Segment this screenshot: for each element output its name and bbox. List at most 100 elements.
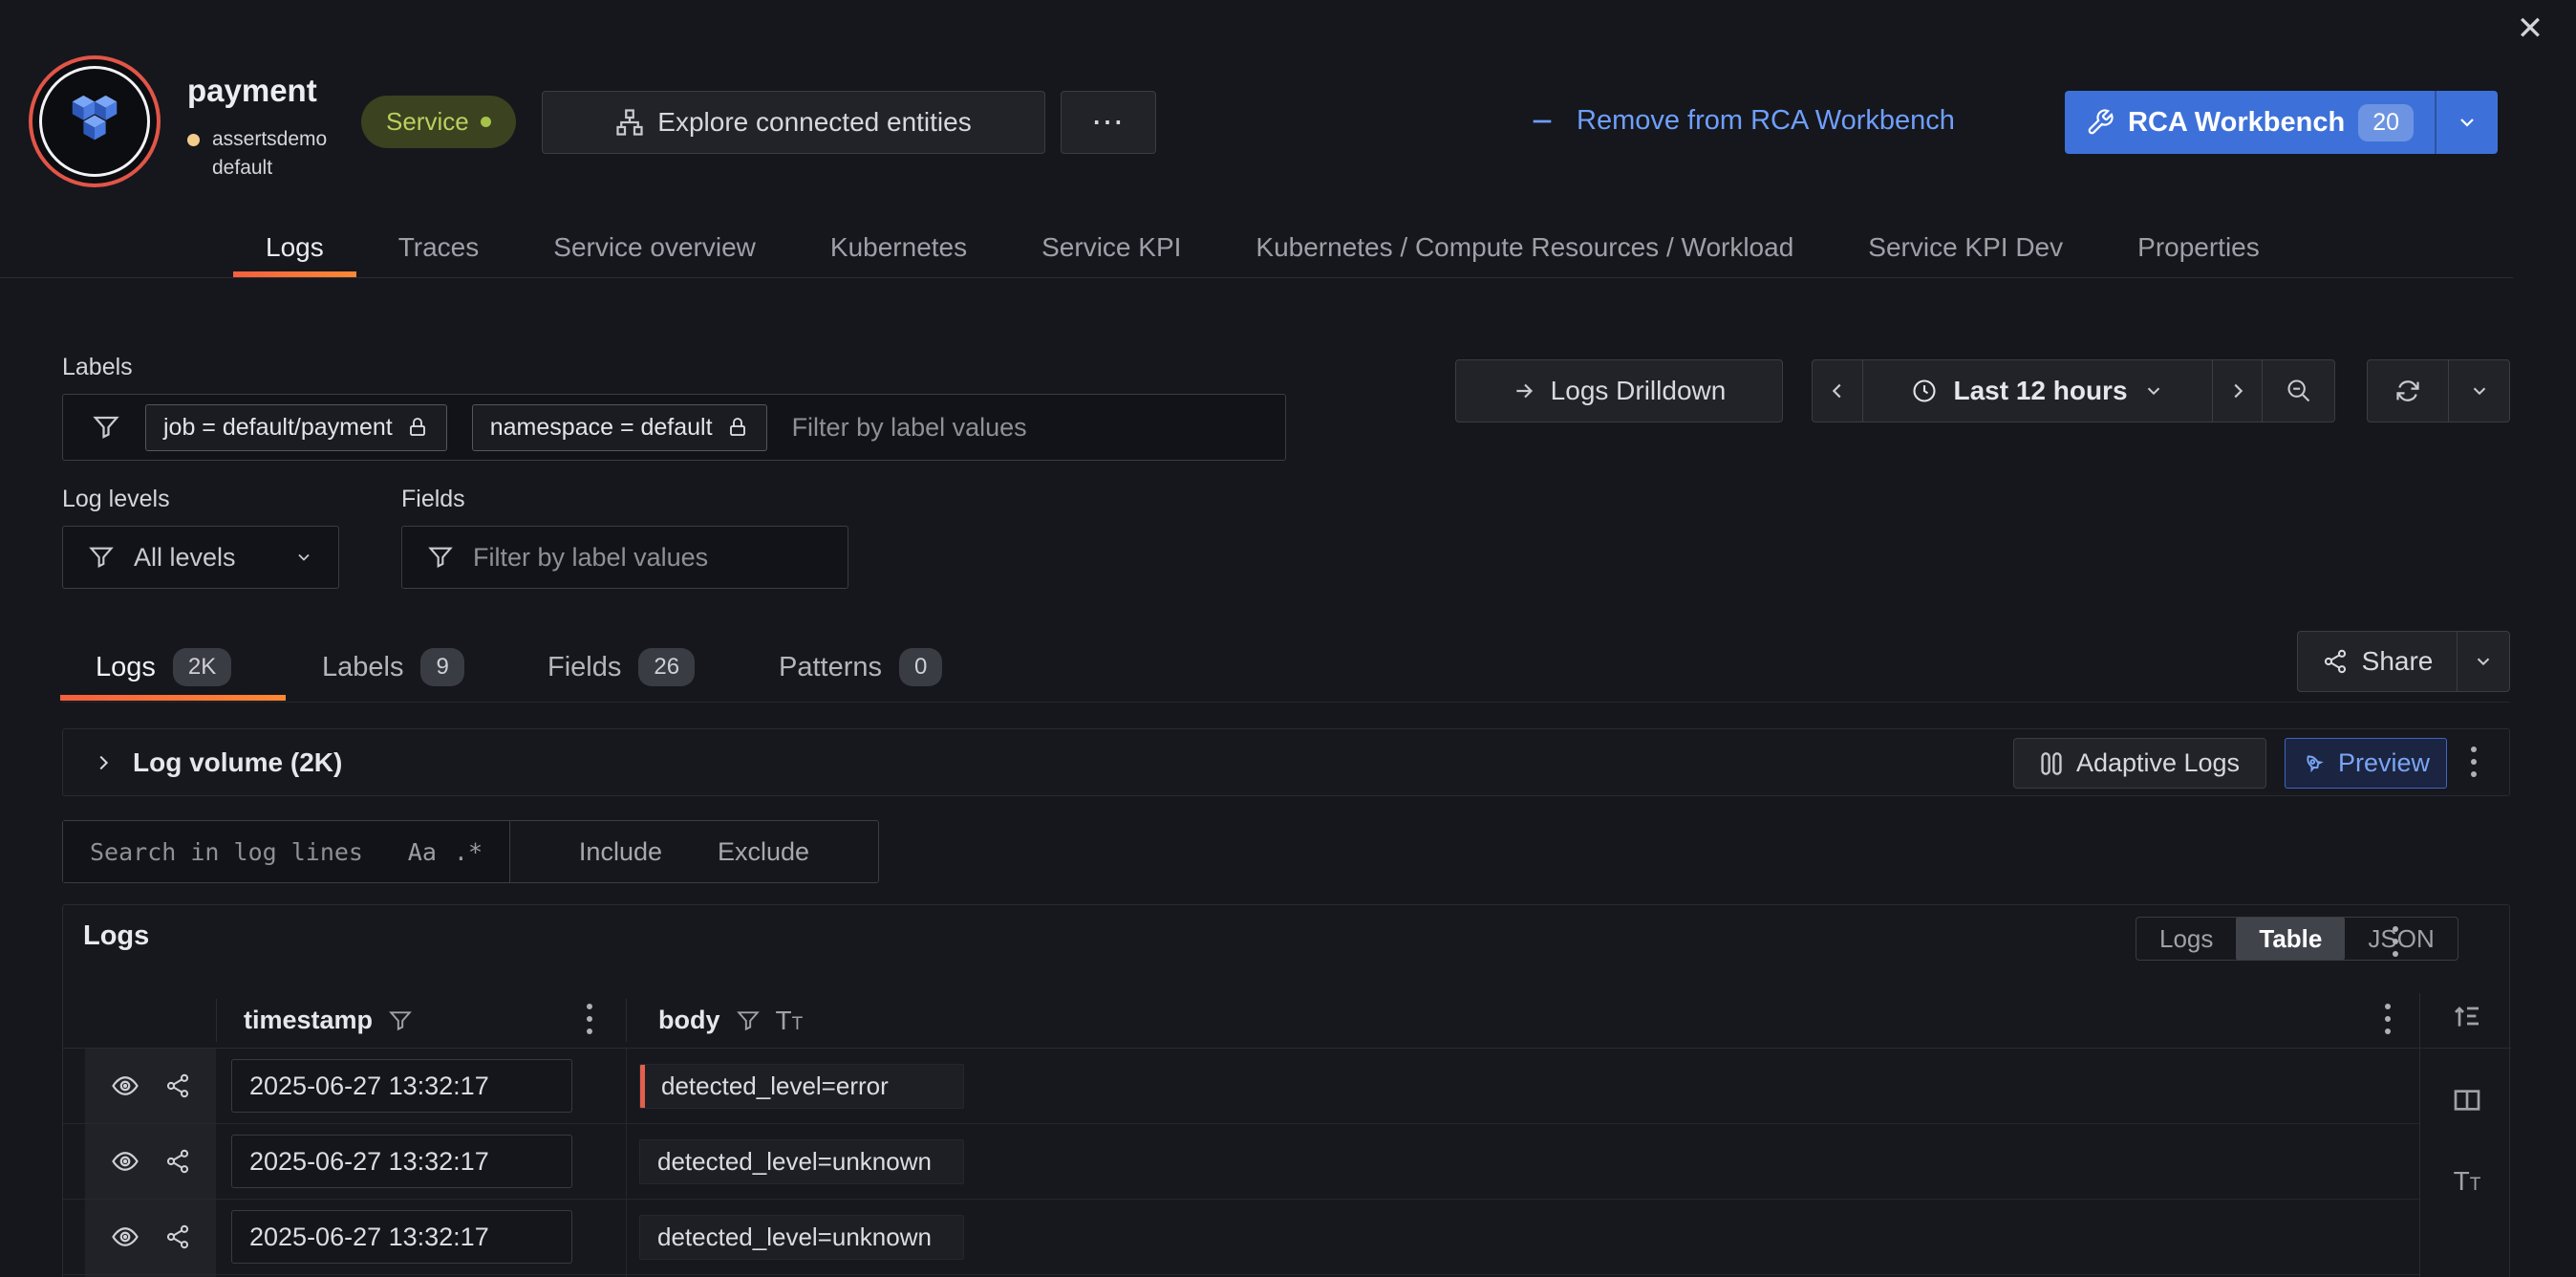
refresh-button[interactable] xyxy=(2368,360,2448,422)
rca-workbench-button[interactable]: RCA Workbench 20 xyxy=(2065,91,2498,154)
env-name: assertsdemo xyxy=(212,126,327,153)
body-column-header[interactable]: body TT xyxy=(658,993,803,1048)
tab-label: Traces xyxy=(398,232,480,263)
exclude-button[interactable]: Exclude xyxy=(718,837,809,867)
text-size-icon[interactable]: TT xyxy=(2454,1169,2481,1194)
body-cell[interactable]: detected_level=unknown xyxy=(639,1215,964,1260)
timestamp-column-header[interactable]: timestamp xyxy=(244,993,413,1048)
inspect-eye-icon[interactable] xyxy=(111,1071,140,1100)
env-status-dot xyxy=(187,134,200,146)
timestamp-cell[interactable]: 2025-06-27 13:32:17 xyxy=(231,1059,572,1113)
log-search-bar: Aa .* Include Exclude xyxy=(62,820,879,883)
body-column-menu[interactable] xyxy=(2385,1004,2391,1034)
cubes-icon xyxy=(65,93,124,150)
labels-filter-input[interactable]: job = default/payment namespace = defaul… xyxy=(62,394,1286,461)
rca-workbench-dropdown[interactable] xyxy=(2436,91,2498,154)
split-columns-icon[interactable] xyxy=(2452,1085,2482,1115)
timestamp-column-menu[interactable] xyxy=(587,1004,592,1034)
rca-workbench-main[interactable]: RCA Workbench 20 xyxy=(2065,91,2435,154)
explore-connected-entities-button[interactable]: Explore connected entities xyxy=(542,91,1045,154)
refresh-interval-dropdown[interactable] xyxy=(2448,360,2509,422)
body-cell[interactable]: detected_level=error xyxy=(639,1064,964,1109)
share-icon[interactable] xyxy=(164,1223,191,1250)
subtabs-divider xyxy=(62,702,2510,703)
subtab-patterns[interactable]: Patterns 0 xyxy=(779,648,942,686)
tab-traces[interactable]: Traces xyxy=(366,218,512,277)
tab-service-kpi-dev[interactable]: Service KPI Dev xyxy=(1835,218,2095,277)
log-search-input-zone[interactable]: Aa .* xyxy=(63,821,510,882)
time-back-button[interactable] xyxy=(1813,360,1862,422)
service-health-dot xyxy=(481,117,491,127)
adaptive-logs-button[interactable]: Adaptive Logs xyxy=(2013,738,2266,789)
fields-filter-input[interactable]: Filter by label values xyxy=(401,526,848,589)
time-zoom-out-button[interactable] xyxy=(2262,360,2334,422)
view-option-json[interactable]: JSON xyxy=(2345,918,2457,960)
timestamp-cell[interactable]: 2025-06-27 13:32:17 xyxy=(231,1135,572,1188)
remove-from-workbench-label: Remove from RCA Workbench xyxy=(1577,105,1955,137)
more-actions-button[interactable]: ⋯ xyxy=(1061,91,1156,154)
text-size-icon[interactable]: TT xyxy=(776,1008,804,1033)
share-icon[interactable] xyxy=(164,1148,191,1175)
share-button[interactable]: Share xyxy=(2298,632,2457,691)
time-range-button[interactable]: Last 12 hours xyxy=(1862,360,2212,422)
sitemap-icon xyxy=(615,108,644,137)
view-option-logs[interactable]: Logs xyxy=(2136,918,2236,960)
time-forward-button[interactable] xyxy=(2212,360,2262,422)
log-levels-dropdown[interactable]: All levels xyxy=(62,526,339,589)
search-mode-zone: Include Exclude xyxy=(510,821,878,882)
log-table-row[interactable]: 2025-06-27 13:32:17 detected_level=error xyxy=(63,1049,2419,1124)
filter-funnel-icon[interactable] xyxy=(736,1008,761,1033)
subtab-label: Logs xyxy=(96,652,156,683)
more-icon: ⋯ xyxy=(1091,103,1126,141)
chevron-right-icon xyxy=(93,752,114,773)
remove-from-workbench-link[interactable]: Remove from RCA Workbench xyxy=(1529,105,1955,137)
log-table-row[interactable]: 2025-06-27 13:32:17 detected_level=unkno… xyxy=(63,1200,2419,1275)
label-chip-job[interactable]: job = default/payment xyxy=(145,404,447,451)
log-table-row[interactable]: 2025-06-27 13:32:17 detected_level=unkno… xyxy=(63,1124,2419,1200)
view-option-table[interactable]: Table xyxy=(2236,918,2345,960)
inspect-eye-icon[interactable] xyxy=(111,1223,140,1251)
tab-kubernetes[interactable]: Kubernetes xyxy=(798,218,999,277)
logs-panel-menu-button[interactable] xyxy=(2393,926,2398,957)
lock-icon xyxy=(726,416,749,439)
tab-label: Service overview xyxy=(553,232,756,263)
labels-filter-placeholder: Filter by label values xyxy=(792,413,1027,443)
regex-toggle[interactable]: .* xyxy=(454,838,483,866)
share-icon[interactable] xyxy=(164,1072,191,1099)
refresh-icon xyxy=(2394,378,2421,404)
tab-properties[interactable]: Properties xyxy=(2105,218,2292,277)
table-header-row: timestamp body TT xyxy=(63,993,2511,1049)
body-cell[interactable]: detected_level=unknown xyxy=(639,1139,964,1184)
tab-service-kpi[interactable]: Service KPI xyxy=(1009,218,1213,277)
logs-drilldown-button[interactable]: Logs Drilldown xyxy=(1455,359,1783,422)
subtab-fields[interactable]: Fields 26 xyxy=(547,648,695,686)
sort-rows-icon[interactable] xyxy=(2452,1001,2482,1031)
subtab-label: Labels xyxy=(322,652,403,683)
subtab-label: Patterns xyxy=(779,652,882,683)
case-sensitivity-toggle[interactable]: Aa xyxy=(408,838,437,866)
close-button[interactable]: ✕ xyxy=(2509,8,2551,50)
page: ✕ payment assertsdemo default xyxy=(0,0,2576,1277)
inspect-eye-icon[interactable] xyxy=(111,1147,140,1176)
tab-logs[interactable]: Logs xyxy=(233,218,356,277)
preview-button[interactable]: Preview xyxy=(2285,738,2447,789)
close-icon: ✕ xyxy=(2517,10,2544,48)
subtab-labels[interactable]: Labels 9 xyxy=(322,648,464,686)
tab-label: Kubernetes xyxy=(830,232,967,263)
filter-funnel-icon xyxy=(427,544,454,571)
view-option-label: Table xyxy=(2259,924,2322,954)
subtab-logs[interactable]: Logs 2K xyxy=(96,648,231,686)
tab-service-overview[interactable]: Service overview xyxy=(521,218,788,277)
logs-table-panel: Logs Logs Table JSON timestamp body TT xyxy=(62,904,2510,1277)
share-dropdown[interactable] xyxy=(2457,632,2509,691)
log-volume-expander[interactable]: Log volume (2K) xyxy=(93,729,342,795)
column-divider xyxy=(626,1049,627,1277)
include-button[interactable]: Include xyxy=(579,837,662,867)
log-volume-menu-button[interactable] xyxy=(2471,747,2477,777)
logs-subtabs: Logs 2K Labels 9 Fields 26 Patterns 0 xyxy=(0,648,2576,702)
tab-kubernetes-compute-resources-workload[interactable]: Kubernetes / Compute Resources / Workloa… xyxy=(1223,218,1826,277)
label-chip-namespace[interactable]: namespace = default xyxy=(472,404,767,451)
timestamp-cell[interactable]: 2025-06-27 13:32:17 xyxy=(231,1210,572,1264)
log-search-input[interactable] xyxy=(90,838,376,866)
filter-funnel-icon[interactable] xyxy=(388,1008,413,1033)
